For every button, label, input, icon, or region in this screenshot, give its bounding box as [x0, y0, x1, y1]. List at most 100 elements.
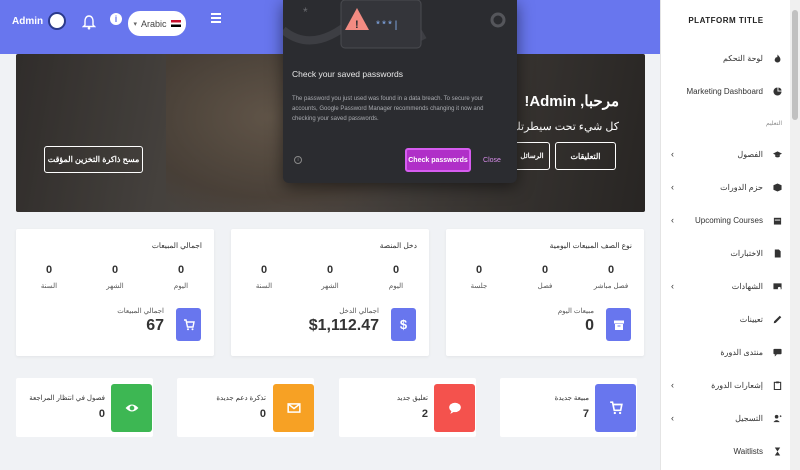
total-value: $1,112.47	[308, 317, 379, 334]
user-plus-icon	[773, 414, 782, 423]
sidebar-item-label: لوحة التحكم	[722, 54, 763, 63]
chat-icon	[773, 348, 782, 357]
clipboard-icon	[773, 381, 782, 390]
box-icon	[773, 183, 782, 192]
cart-icon	[595, 384, 636, 432]
menu-toggle-icon[interactable]	[211, 13, 221, 23]
comment-icon	[434, 384, 475, 432]
dialog-title: Check your saved passwords	[292, 69, 404, 79]
certificate-icon	[773, 283, 782, 290]
value-month: 0	[326, 264, 334, 276]
flag-icon	[170, 20, 181, 27]
welcome-title: مرحبا, Admin!	[524, 93, 619, 110]
card-label: مبيعة جديدة	[554, 395, 589, 402]
svg-text:!: !	[355, 19, 359, 31]
password-warning-illustration: ***| ! *	[283, 0, 506, 49]
value-year: 0	[260, 264, 268, 276]
value-class: 0	[541, 264, 549, 276]
sidebar-item-label: الشهادات	[731, 282, 763, 291]
sidebar-item-enrollment[interactable]: ‹ التسجيل	[661, 410, 791, 430]
total-label: اجمالي المبيعات	[117, 308, 164, 315]
label-today: اليوم	[388, 283, 404, 290]
sidebar-item-label: التسجيل	[735, 414, 763, 423]
label-live-class: فصل مباشر	[593, 283, 629, 290]
sidebar-item-waitlists[interactable]: Waitlists	[661, 443, 791, 463]
chevron-left-icon: ‹	[671, 215, 674, 225]
value-month: 0	[111, 264, 119, 276]
card-label: تذكرة دعم جديدة	[216, 395, 266, 402]
card-value: 2	[421, 408, 428, 420]
label-today: اليوم	[173, 283, 189, 290]
calendar-icon	[773, 217, 782, 225]
sidebar-item-course-notices[interactable]: ‹ إشعارات الدورة	[661, 377, 791, 397]
card-title: دخل المنصة	[379, 241, 417, 250]
sidebar-item-label: حزم الدورات	[720, 183, 763, 192]
check-passwords-button[interactable]: Check passwords	[405, 148, 471, 172]
dollar-icon: $	[391, 308, 416, 341]
info-icon[interactable]: i	[294, 156, 302, 164]
pen-icon	[773, 315, 782, 324]
sidebar-item-marketing-dashboard[interactable]: Marketing Dashboard	[661, 83, 791, 103]
chevron-left-icon: ‹	[671, 281, 674, 291]
sidebar-item-quizzes[interactable]: الاختبارات	[661, 245, 791, 265]
value-live-class: 0	[607, 264, 615, 276]
chevron-left-icon: ‹	[671, 413, 674, 423]
envelope-icon	[273, 384, 314, 432]
sidebar-item-label: الاختبارات	[730, 249, 763, 258]
new-sale-card: مبيعة جديدة 7	[500, 378, 637, 437]
sidebar-item-label: إشعارات الدورة	[711, 381, 763, 390]
sidebar-item-course-forum[interactable]: منتدى الدورة	[661, 344, 791, 364]
language-selector[interactable]: ▾ Arabic	[128, 11, 186, 36]
sidebar-item-classes[interactable]: ‹ الفصول	[661, 146, 791, 166]
sidebar-item-course-bundles[interactable]: ‹ حزم الدورات	[661, 179, 791, 199]
value-today: 0	[392, 264, 400, 276]
new-comment-card: تعليق جديد 2	[339, 378, 476, 437]
platform-title: PLATFORM TITLE	[688, 16, 764, 25]
label-session: جلسة	[470, 283, 488, 290]
income-card: دخل المنصة 0 اليوم 0 الشهر 0 السنة اجمال…	[231, 229, 429, 356]
messages-label: الرسائل	[520, 153, 544, 160]
daily-sales-type-card: نوع الصف المبيعات اليومية 0 فصل مباشر 0 …	[446, 229, 644, 356]
cart-icon	[176, 308, 201, 341]
clear-cache-button[interactable]: مسح ذاكرة التخزين المؤقت	[44, 146, 143, 173]
user-menu[interactable]: Admin	[12, 12, 67, 30]
sidebar-item-dashboard[interactable]: لوحة التحكم	[661, 50, 791, 70]
card-title: نوع الصف المبيعات اليومية	[549, 241, 632, 250]
hourglass-icon	[774, 447, 781, 456]
sidebar-item-upcoming-courses[interactable]: ‹ Upcoming Courses	[661, 212, 791, 232]
value-today: 0	[177, 264, 185, 276]
chevron-left-icon: ‹	[671, 182, 674, 192]
language-label: Arabic	[141, 18, 167, 29]
total-value: 0	[585, 317, 594, 334]
info-icon[interactable]: i	[110, 13, 122, 25]
section-label-education: التعليم	[766, 121, 782, 127]
pie-icon	[773, 87, 782, 96]
scrollbar[interactable]	[790, 0, 800, 470]
dialog-body: The password you just used was found in …	[292, 96, 484, 122]
masked-password: ***|	[375, 20, 399, 32]
value-session: 0	[475, 264, 483, 276]
messages-button[interactable]: الرسائل	[514, 142, 550, 170]
svg-text:*: *	[303, 5, 308, 19]
eye-icon	[111, 384, 152, 432]
sidebar-item-certificates[interactable]: ‹ الشهادات	[661, 278, 791, 298]
total-value: 67	[146, 317, 164, 334]
fire-icon	[774, 54, 781, 63]
comments-label: التعليقات	[570, 151, 601, 161]
new-ticket-card: تذكرة دعم جديدة 0	[177, 378, 314, 437]
scrollbar-thumb[interactable]	[792, 10, 798, 120]
label-year: السنة	[255, 283, 273, 290]
close-button[interactable]: Close	[477, 149, 507, 171]
sidebar-item-label: منتدى الدورة	[720, 348, 763, 357]
card-value: 0	[98, 408, 105, 420]
total-label: مبيعات اليوم	[557, 308, 594, 315]
sidebar: PLATFORM TITLE لوحة التحكم Marketing Das…	[660, 0, 790, 470]
card-value: 7	[582, 408, 589, 420]
file-icon	[774, 249, 781, 258]
value-year: 0	[45, 264, 53, 276]
graduation-cap-icon	[773, 151, 782, 158]
comments-button[interactable]: التعليقات	[555, 142, 616, 170]
label-month: الشهر	[106, 283, 124, 290]
sidebar-item-assignments[interactable]: تعيينات	[661, 311, 791, 331]
bell-icon[interactable]	[82, 14, 96, 30]
